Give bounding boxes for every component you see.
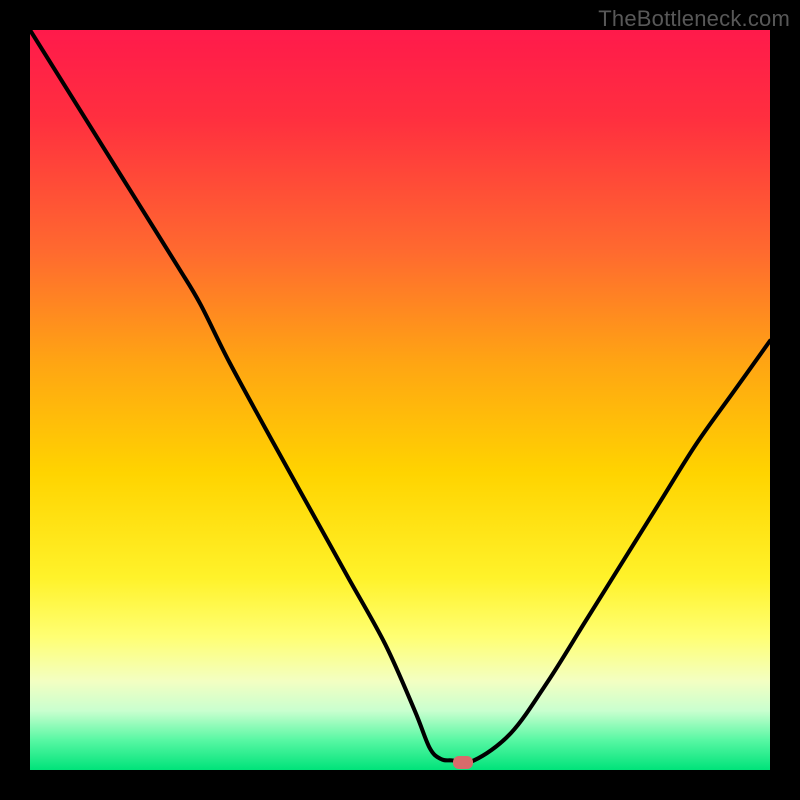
- bottleneck-curve: [30, 30, 770, 770]
- plot-area: [30, 30, 770, 770]
- optimal-point-marker: [453, 756, 472, 769]
- watermark-text: TheBottleneck.com: [598, 6, 790, 32]
- chart-frame: TheBottleneck.com: [0, 0, 800, 800]
